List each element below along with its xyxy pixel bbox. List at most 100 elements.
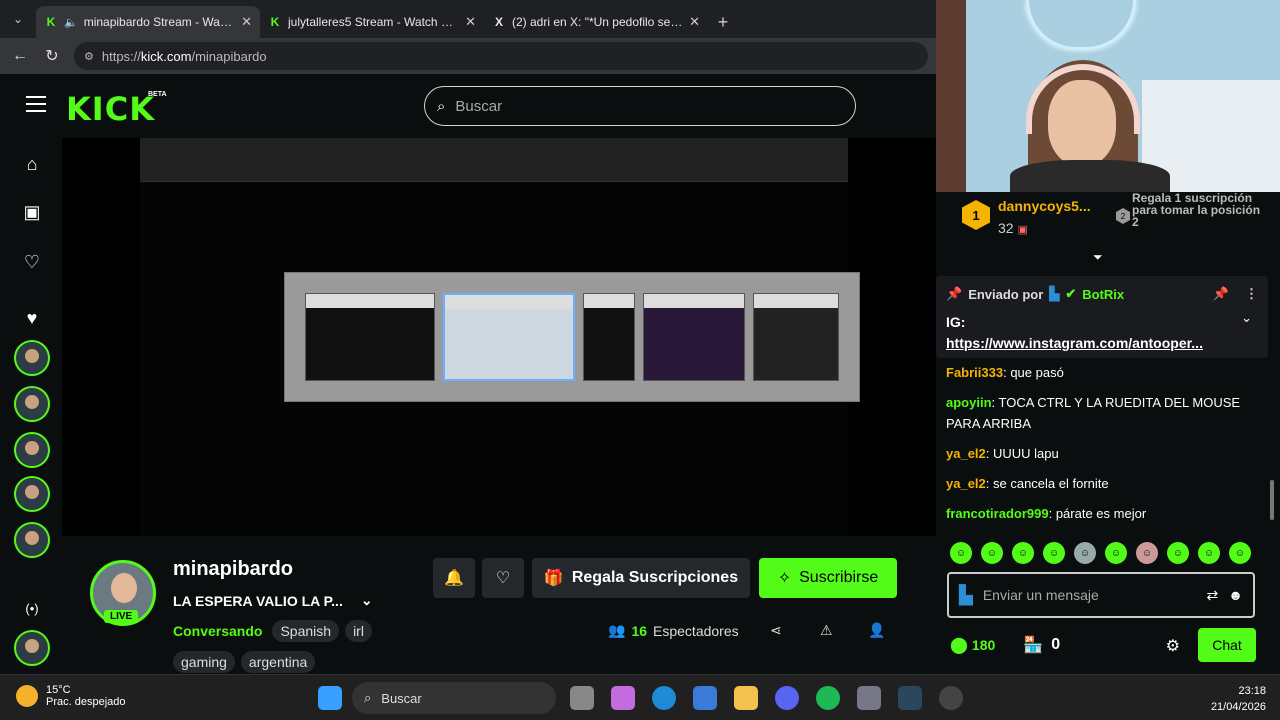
report-icon[interactable]: ⚠ [820,622,833,639]
browse-icon[interactable]: ▣ [20,200,44,224]
steam-icon[interactable] [898,686,922,710]
chat-username[interactable]: ya_el2 [946,476,986,491]
emote[interactable]: ☺ [1198,542,1220,564]
tab-title: julytalleres5 Stream - Watch Live c [288,15,460,29]
emoji-icon[interactable]: ☻ [1228,587,1243,603]
tab-julytalleres5[interactable]: K julytalleres5 Stream - Watch Live c ✕ [260,6,484,38]
url-field[interactable]: ⚙ https://kick.com/minapibardo [74,42,928,70]
chat-text: que pasó [1010,365,1064,380]
unpin-icon[interactable]: 📌 [1213,286,1229,302]
settings-icon[interactable] [857,686,881,710]
back-icon[interactable]: ← [10,47,30,65]
webcam-overlay [936,0,1280,192]
close-icon[interactable]: ✕ [465,14,476,30]
chevron-down-icon[interactable]: ⌄ [361,592,373,609]
settings-icon[interactable]: ⚙ [1166,636,1180,656]
recommended-channel-avatar[interactable] [14,630,50,666]
emote[interactable]: ☺ [1105,542,1127,564]
discord-icon[interactable] [775,686,799,710]
collapse-chevron-icon[interactable]: ⏷ [1093,250,1103,265]
tab-search-icon[interactable]: ⌄ [0,0,36,38]
taskbar-search[interactable]: ⌕ Buscar [352,682,556,714]
task-view-icon[interactable] [570,686,594,710]
browser-tab-bar: ⌄ K 🔈 minapibardo Stream - Watch ✕ K jul… [0,0,936,38]
emote[interactable]: ☺ [1074,542,1096,564]
start-icon[interactable] [318,686,342,710]
chat-username[interactable]: Fabrii333 [946,365,1003,380]
site-info-icon[interactable]: ⚙ [84,50,94,63]
search-input[interactable]: ⌕ Buscar [424,86,856,126]
chat-text: se cancela el fornite [993,476,1109,491]
chat-messages: Fabrii333: que pasó apoyiin: TOCA CTRL Y… [946,362,1266,533]
emote[interactable]: ☺ [1043,542,1065,564]
scrollbar[interactable] [1270,480,1274,520]
tag[interactable]: gaming [173,651,235,673]
follow-button[interactable]: ♡ [482,558,524,598]
search-icon: ⌕ [364,690,372,705]
points-count[interactable]: 180 [972,637,995,653]
followed-channel-avatar[interactable] [14,476,50,512]
emote[interactable]: ☺ [1167,542,1189,564]
obs-icon[interactable] [939,686,963,710]
pinned-text: IG: https://www.instagram.com/antooper..… [946,312,1258,354]
copilot-icon[interactable] [611,686,635,710]
followed-channel-avatar[interactable] [14,386,50,422]
close-icon[interactable]: ✕ [241,14,252,30]
sparkle-icon: ✧ [777,570,792,587]
share-icon[interactable]: ⋖ [770,622,782,639]
video-player[interactable] [62,138,936,536]
close-icon[interactable]: ✕ [689,14,700,30]
store-count: 0 [1051,636,1061,653]
reload-icon[interactable]: ↻ [42,46,62,66]
pinned-link[interactable]: https://www.instagram.com/antooper... [946,335,1203,351]
following-icon[interactable]: ♡ [20,250,44,274]
emote[interactable]: ☺ [950,542,972,564]
pinned-header: 📌 Enviado por ▙ ✔ BotRix 📌 ⋮ [946,286,1258,302]
more-options-icon[interactable]: ⋮ [1245,286,1258,302]
followed-channel-avatar[interactable] [14,340,50,376]
expand-chevron-icon[interactable]: ⌄ [1241,310,1252,326]
subscribe-button[interactable]: ✧ Suscribirse [759,558,897,598]
home-icon[interactable]: ⌂ [20,152,44,176]
tag[interactable]: argentina [240,651,316,673]
menu-icon[interactable] [26,96,46,112]
category-tags: Conversando Spanish irl [173,620,372,642]
kick-logo[interactable]: KICK [66,90,155,128]
header: KICK BETA ⌕ Buscar [0,74,936,138]
store-icon[interactable] [693,686,717,710]
stream-info: LIVE minapibardo LA ESPERA VALIO LA P...… [62,544,936,674]
chat-send-button[interactable]: Chat [1198,628,1256,662]
tag[interactable]: irl [345,620,372,642]
chat-username[interactable]: ya_el2 [946,446,986,461]
live-channels-icon[interactable]: (•) [20,596,44,620]
category-link[interactable]: Conversando [173,623,262,639]
leader-username[interactable]: dannycoys5... [998,198,1091,214]
emote[interactable]: ☺ [1229,542,1251,564]
emote[interactable]: ☺ [1012,542,1034,564]
gift-icon: 🎁 [543,570,564,587]
translate-icon[interactable]: ⇄ [1207,587,1219,604]
tab-minapibardo[interactable]: K 🔈 minapibardo Stream - Watch ✕ [36,6,260,38]
clock[interactable]: 23:18 21/04/2026 [1211,683,1266,715]
store-icon[interactable]: 🏪 [1023,635,1043,655]
chat-username[interactable]: apoyiin [946,395,992,410]
spotify-icon[interactable] [816,686,840,710]
emote[interactable]: ☺ [1136,542,1158,564]
edge-icon[interactable] [652,686,676,710]
new-tab-button[interactable]: + [708,6,738,38]
followed-channel-avatar[interactable] [14,432,50,468]
emote[interactable]: ☺ [981,542,1003,564]
gift-subscriptions-button[interactable]: 🎁 Regala Suscripciones [532,558,750,598]
speaker-icon[interactable]: 🔈 [64,16,78,29]
followed-channel-avatar[interactable] [14,522,50,558]
chat-username[interactable]: francotirador999 [946,506,1049,521]
channel-name[interactable]: minapibardo [173,558,293,581]
tab-x[interactable]: X (2) adri en X: "*Un pedofilo se me ✕ [484,6,708,38]
file-explorer-icon[interactable] [734,686,758,710]
tag[interactable]: Spanish [272,620,340,642]
notification-bell-button[interactable]: 🔔 [433,558,475,598]
bot-name[interactable]: BotRix [1082,287,1124,302]
weather-widget[interactable]: 15°C Prac. despejado [16,684,126,708]
user-options-icon[interactable]: 👤 [868,622,885,639]
chat-input[interactable]: ▙ Enviar un mensaje ⇄ ☻ [947,572,1255,618]
